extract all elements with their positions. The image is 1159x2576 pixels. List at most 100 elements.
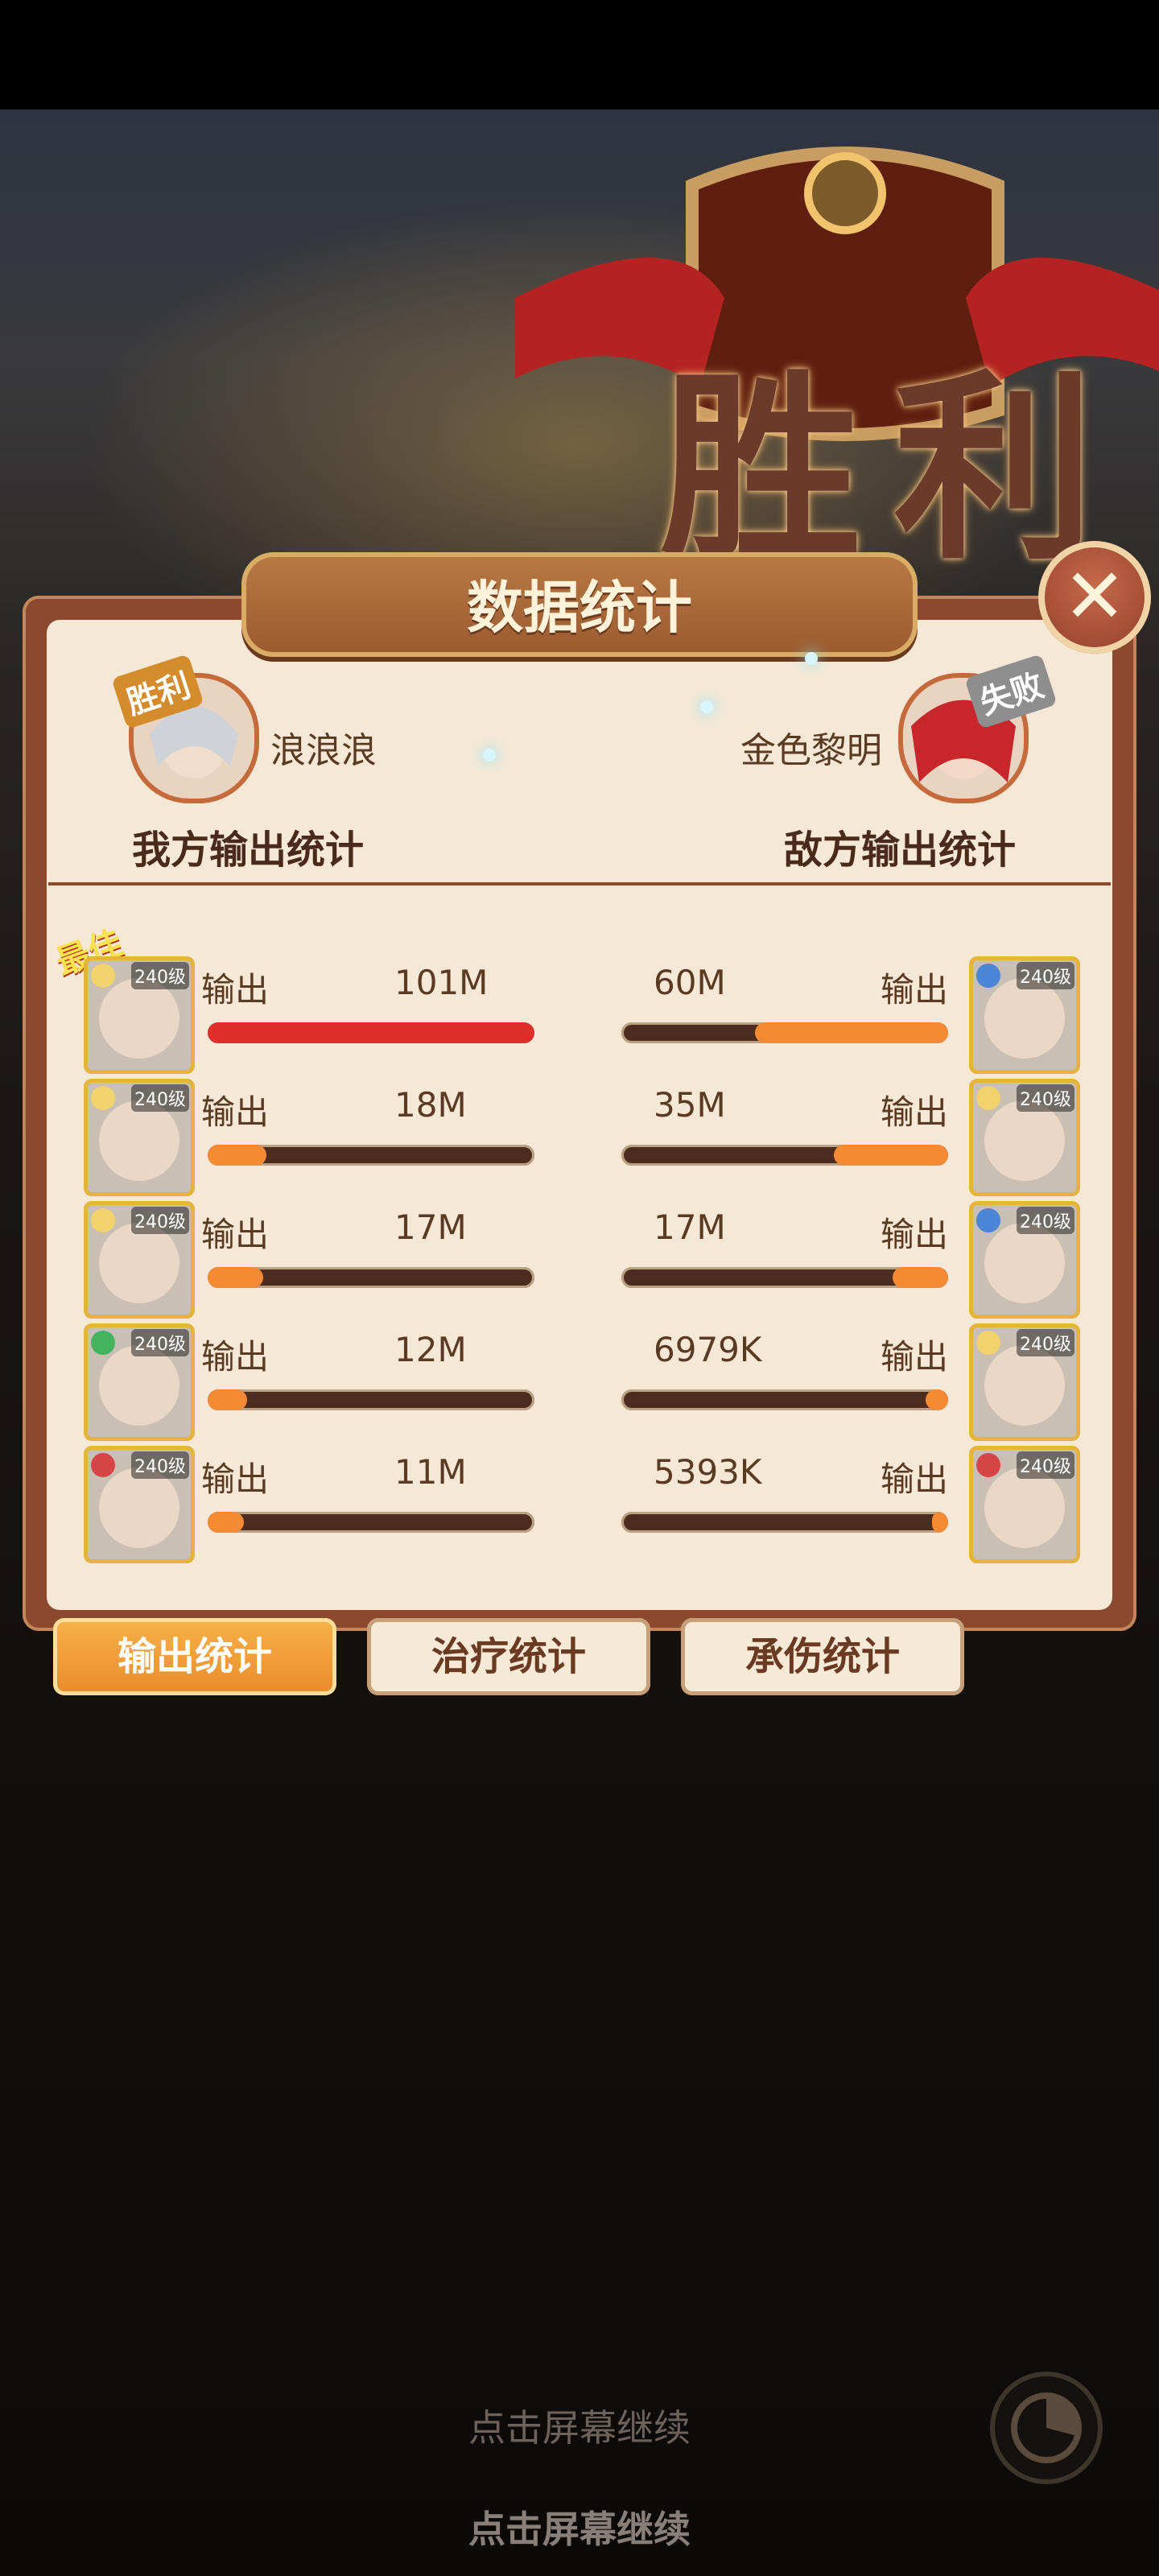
- level-tag: 240级: [131, 1329, 189, 1356]
- level-tag: 240级: [1017, 1084, 1074, 1112]
- hero-face: [99, 1223, 179, 1303]
- stats-chart-button[interactable]: [990, 2372, 1103, 2484]
- hero-face: [984, 1223, 1065, 1303]
- element-icon: [976, 1208, 1000, 1232]
- left-output-value: 101M: [394, 963, 489, 1002]
- left-output-fill: [208, 1512, 244, 1533]
- element-icon: [91, 1086, 115, 1110]
- pie-chart-icon: [1011, 2392, 1082, 2463]
- left-output-fill: [208, 1145, 266, 1166]
- left-output-bar: [208, 1267, 534, 1288]
- left-output-value: 18M: [394, 1085, 467, 1125]
- right-output-label: 输出: [881, 1215, 949, 1254]
- right-output-bar: [621, 1145, 948, 1166]
- left-hero-portrait[interactable]: 240级: [84, 956, 195, 1074]
- element-icon: [91, 1453, 115, 1477]
- tap-to-continue-text[interactable]: 点击屏幕继续: [0, 2399, 1159, 2452]
- right-output-fill: [893, 1267, 948, 1288]
- right-output-value: 6979K: [654, 1330, 762, 1369]
- right-output-fill: [834, 1145, 948, 1166]
- left-output-label: 输出: [201, 970, 270, 1009]
- left-player-name: 浪浪浪: [270, 730, 377, 771]
- status-bar-area: [0, 0, 1159, 109]
- panel-title: 数据统计: [467, 575, 692, 641]
- right-hero-portrait[interactable]: 240级: [969, 1201, 1080, 1319]
- element-icon: [976, 1331, 1000, 1355]
- tab-damage-taken[interactable]: 承伤统计: [681, 1618, 964, 1695]
- left-output-bar: [208, 1145, 534, 1166]
- level-tag: 240级: [131, 1207, 189, 1234]
- left-output-label: 输出: [201, 1337, 270, 1377]
- right-hero-portrait[interactable]: 240级: [969, 1079, 1080, 1196]
- left-output-fill: [208, 1389, 247, 1410]
- tab-healing[interactable]: 治疗统计: [367, 1618, 650, 1695]
- hero-face: [984, 1345, 1065, 1426]
- right-output-bar: [621, 1267, 948, 1288]
- right-output-label: 输出: [881, 1459, 949, 1499]
- right-output-value: 35M: [654, 1085, 726, 1125]
- left-output-value: 12M: [394, 1330, 467, 1369]
- level-tag: 240级: [1017, 1451, 1074, 1479]
- left-output-fill: [208, 1022, 534, 1043]
- level-tag: 240级: [131, 1084, 189, 1112]
- right-output-bar: [621, 1512, 948, 1533]
- hero-face: [984, 1468, 1065, 1548]
- hero-face: [99, 1345, 179, 1426]
- hero-face: [984, 1100, 1065, 1181]
- left-output-label: 输出: [201, 1215, 270, 1254]
- right-output-fill: [926, 1389, 948, 1410]
- right-output-fill: [755, 1022, 948, 1043]
- left-output-bar: [208, 1389, 534, 1410]
- right-output-fill: [932, 1512, 948, 1533]
- left-output-value: 11M: [394, 1452, 467, 1492]
- element-icon: [976, 1086, 1000, 1110]
- level-tag: 240级: [1017, 1207, 1074, 1234]
- right-output-value: 5393K: [654, 1452, 762, 1492]
- left-output-fill: [208, 1267, 263, 1288]
- sparkle-effect: [700, 700, 713, 713]
- level-tag: 240级: [1017, 1329, 1074, 1356]
- left-hero-portrait[interactable]: 240级: [84, 1323, 195, 1441]
- right-player-name: 金色黎明: [740, 730, 882, 771]
- element-icon: [976, 964, 1000, 988]
- right-output-label: 输出: [881, 1337, 949, 1377]
- left-output-bar: [208, 1512, 534, 1533]
- left-section-label: 我方输出统计: [132, 828, 365, 873]
- element-icon: [976, 1453, 1000, 1477]
- left-output-label: 输出: [201, 1092, 270, 1132]
- right-output-label: 输出: [881, 1092, 949, 1132]
- element-icon: [91, 964, 115, 988]
- level-tag: 240级: [1017, 962, 1074, 989]
- hero-face: [99, 1468, 179, 1548]
- left-hero-portrait[interactable]: 240级: [84, 1446, 195, 1563]
- tab-damage[interactable]: 输出统计: [53, 1618, 336, 1695]
- sparkle-effect: [483, 749, 496, 762]
- left-output-label: 输出: [201, 1459, 270, 1499]
- left-hero-portrait[interactable]: 240级: [84, 1079, 195, 1196]
- level-tag: 240级: [131, 962, 189, 989]
- element-icon: [91, 1208, 115, 1232]
- right-output-bar: [621, 1022, 948, 1043]
- right-output-value: 60M: [654, 963, 726, 1002]
- right-output-value: 17M: [654, 1208, 726, 1247]
- close-button[interactable]: ✕: [1038, 541, 1151, 654]
- level-tag: 240级: [131, 1451, 189, 1479]
- right-output-label: 输出: [881, 970, 949, 1009]
- close-icon: ✕: [1062, 553, 1127, 641]
- left-output-bar: [208, 1022, 534, 1043]
- right-hero-portrait[interactable]: 240级: [969, 1446, 1080, 1563]
- victory-screen[interactable]: 胜利 数据统计 ✕ 胜利 浪浪浪 我方输出统计 失败 金色黎明 敌方输出统计 最…: [0, 0, 1159, 2576]
- left-output-value: 17M: [394, 1208, 467, 1247]
- hero-face: [984, 978, 1065, 1059]
- panel-divider: [48, 882, 1111, 886]
- right-section-label: 敌方输出统计: [784, 828, 1017, 873]
- hero-face: [99, 1100, 179, 1181]
- right-hero-portrait[interactable]: 240级: [969, 1323, 1080, 1441]
- left-hero-portrait[interactable]: 240级: [84, 1201, 195, 1319]
- right-output-bar: [621, 1389, 948, 1410]
- sparkle-effect: [805, 652, 818, 665]
- element-icon: [91, 1331, 115, 1355]
- hero-face: [99, 978, 179, 1059]
- tap-to-continue-text-2[interactable]: 点击屏幕继续: [0, 2500, 1159, 2553]
- right-hero-portrait[interactable]: 240级: [969, 956, 1080, 1074]
